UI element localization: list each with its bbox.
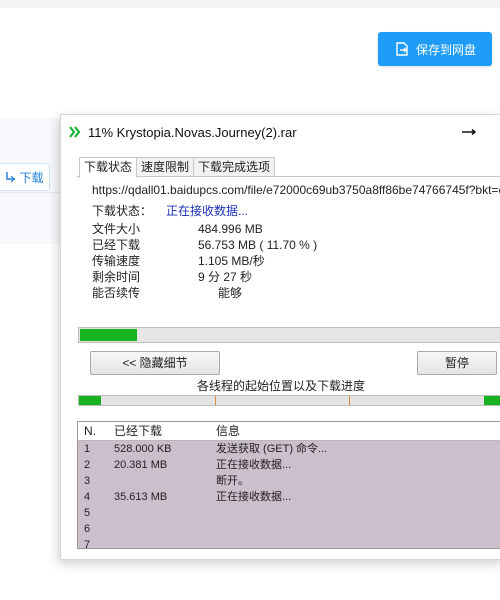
table-row[interactable]: 7 [78, 537, 500, 549]
cell-n: 5 [84, 507, 91, 519]
cell-n: 3 [84, 475, 91, 487]
table-row[interactable]: 6 [78, 521, 500, 537]
minimize-icon[interactable] [461, 129, 477, 135]
cell-info [210, 505, 500, 521]
threads-table: N. 已经下载 信息 1 528.000 KB 发送获取 (GET) 命令...… [77, 421, 500, 549]
info-label: 已经下载 [92, 238, 141, 252]
cell-n: 7 [84, 539, 91, 549]
column-header-downloaded[interactable]: 已经下载 [108, 422, 210, 440]
cell-info: 发送获取 (GET) 命令... [216, 443, 328, 455]
cell-info [210, 537, 500, 548]
save-to-cloud-icon [396, 42, 408, 56]
download-dialog: 11% Krystopia.Novas.Journey(2).rar 下载状态 … [60, 114, 500, 560]
cell-n: 2 [84, 459, 91, 471]
info-value: 9 分 27 秒 [198, 270, 253, 284]
info-value: 能够 [198, 286, 243, 300]
column-header-n[interactable]: N. [78, 422, 108, 440]
tab-speed-limit[interactable]: 速度限制 [136, 157, 195, 177]
cell-downloaded: 35.613 MB [114, 491, 168, 503]
info-label: 能否续传 [92, 286, 141, 300]
cell-n: 4 [84, 491, 91, 503]
cell-downloaded: 528.000 KB [114, 443, 172, 455]
download-info: 文件大小 484.996 MB 已经下载 56.753 MB ( 11.70 %… [92, 221, 317, 301]
save-to-cloud-label: 保存到网盘 [415, 42, 476, 57]
info-row-resumable: 能否续传 能够 [92, 285, 317, 301]
cell-downloaded [108, 537, 210, 548]
cell-info [210, 521, 500, 537]
table-row[interactable]: 2 20.381 MB 正在接收数据... [78, 457, 500, 473]
thread-marker [349, 396, 350, 405]
dialog-tabs: 下载状态 速度限制 下载完成选项 [79, 157, 276, 178]
cell-downloaded [108, 505, 210, 521]
side-download-label: 下载 [19, 170, 44, 185]
tab-completion-options[interactable]: 下载完成选项 [193, 157, 276, 177]
dialog-title: 11% Krystopia.Novas.Journey(2).rar [88, 124, 297, 140]
table-row[interactable]: 1 528.000 KB 发送获取 (GET) 命令... [78, 441, 500, 457]
threads-table-header: N. 已经下载 信息 [78, 422, 500, 441]
column-header-info[interactable]: 信息 [210, 422, 500, 440]
app-logo-icon [69, 126, 81, 138]
cell-downloaded [108, 521, 210, 537]
cell-downloaded [108, 473, 210, 489]
table-row[interactable]: 4 35.613 MB 正在接收数据... [78, 489, 500, 505]
threads-caption: 各线程的起始位置以及下载进度 [196, 379, 365, 393]
threads-progress-bar [78, 395, 500, 406]
side-panel-divider [0, 192, 62, 193]
info-row-downloaded: 已经下载 56.753 MB ( 11.70 % ) [92, 237, 317, 253]
info-row-time-left: 剩余时间 9 分 27 秒 [92, 269, 317, 285]
download-icon [6, 172, 16, 183]
info-value: 484.996 MB [198, 222, 263, 236]
cell-info: 正在接收数据... [216, 491, 292, 503]
cell-downloaded: 20.381 MB [114, 459, 168, 471]
save-to-cloud-button[interactable]: 保存到网盘 [378, 32, 492, 66]
pause-button[interactable]: 暂停 [417, 351, 497, 375]
tab-download-status[interactable]: 下载状态 [79, 157, 138, 178]
info-row-speed: 传输速度 1.105 MB/秒 [92, 253, 317, 269]
info-label: 传输速度 [92, 254, 141, 268]
info-row-file-size: 文件大小 484.996 MB [92, 221, 317, 237]
thread-marker [215, 396, 216, 405]
download-progress-fill [80, 329, 137, 341]
thread-segment [484, 396, 500, 405]
download-status-line: 下载状态： 正在接收数据... [92, 202, 248, 219]
info-value: 56.753 MB ( 11.70 % ) [198, 238, 318, 252]
cell-n: 1 [84, 443, 91, 455]
cell-info: 断开。 [216, 475, 249, 487]
side-download-button[interactable]: 下载 [0, 163, 50, 191]
download-url: https://qdall01.baidupcs.com/file/e72000… [92, 183, 500, 197]
cell-info: 正在接收数据... [216, 459, 292, 471]
info-value: 1.105 MB/秒 [198, 254, 265, 268]
cell-n: 6 [84, 523, 91, 535]
hide-details-button[interactable]: << 隐藏细节 [90, 351, 220, 375]
thread-segment [79, 396, 101, 405]
dialog-titlebar[interactable]: 11% Krystopia.Novas.Journey(2).rar [61, 115, 500, 149]
download-status-label: 下载状态： [92, 204, 153, 218]
download-status-value: 正在接收数据... [166, 204, 249, 218]
table-row[interactable]: 5 [78, 505, 500, 521]
info-label: 剩余时间 [92, 270, 141, 284]
table-row[interactable]: 3 断开。 [78, 473, 500, 489]
page-top-strip [0, 0, 500, 8]
info-label: 文件大小 [92, 222, 141, 236]
download-progress-bar [78, 327, 500, 343]
